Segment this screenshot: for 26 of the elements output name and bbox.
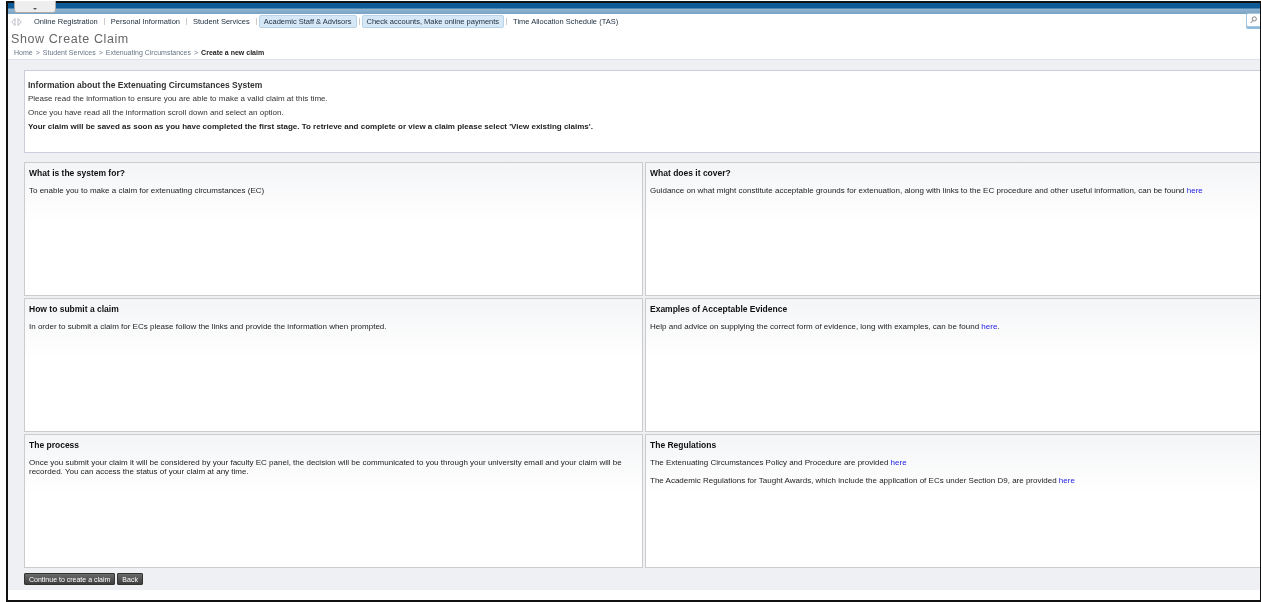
card-heading: The Regulations xyxy=(650,440,718,450)
card-text: Help and advice on supplying the correct form of evidence, long with examples, can be found here. xyxy=(650,322,1001,332)
here-link[interactable]: here xyxy=(1058,476,1075,486)
card-heading: What is the system for? xyxy=(29,168,126,178)
info-text: Once you have read all the information scroll down and select an option. xyxy=(28,108,285,117)
caret-icon xyxy=(33,8,37,10)
card-heading: What does it cover? xyxy=(650,168,732,178)
card-heading: Examples of Acceptable Evidence xyxy=(650,304,789,314)
page-title: Show Create Claim xyxy=(10,31,130,47)
card-heading: The process xyxy=(29,440,81,450)
card-text: The Extenuating Circumstances Policy and Procedure are provided here xyxy=(650,458,908,468)
card-text: Guidance on what might constitute acceptable grounds for extenuation, along with links to the EC procedure and other useful information, can be found here xyxy=(650,186,1204,196)
card-text: The Academic Regulations for Taught Awards, which include the application of ECs under Section D9, are provided here xyxy=(650,476,1076,486)
scroll-arrows-icon[interactable] xyxy=(11,17,22,26)
card-text: To enable you to make a claim for extenuating circumstances (EC) xyxy=(29,186,266,196)
card-text: Once you submit your claim it will be considered by your faculty EC panel, the decision will be communicated to you through your university email and your claim will be recorded. You can access the status of your claim at any time. xyxy=(29,458,623,477)
here-link[interactable]: here xyxy=(890,458,907,467)
info-text: Your claim will be saved as soon as you have completed the first stage. To retrieve and complete or view a claim please select 'View existing claims'. xyxy=(28,122,594,131)
info-text: Please read the information to ensure you are able to make a valid claim at this time. xyxy=(28,94,329,103)
menu-tab[interactable] xyxy=(14,1,56,13)
card-heading: How to submit a claim xyxy=(29,304,120,314)
here-link[interactable]: here xyxy=(1186,186,1203,195)
search-icon xyxy=(1250,16,1257,24)
card-text: In order to submit a claim for ECs please follow the links and provide the information when prompted. xyxy=(29,322,388,332)
info-heading: Information about the Extenuating Circumstances System xyxy=(28,80,264,90)
search-field[interactable] xyxy=(1246,13,1260,27)
